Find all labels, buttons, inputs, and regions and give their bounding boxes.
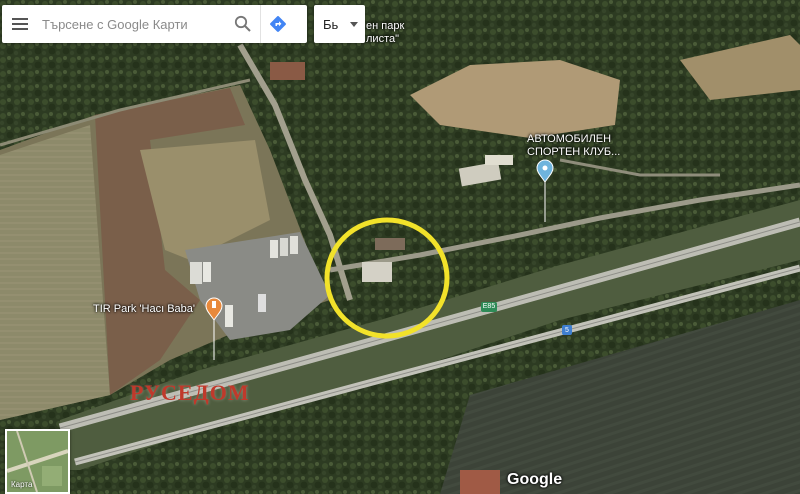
club-label-line2[interactable]: СПОРТЕН КЛУБ... <box>527 146 620 158</box>
route-5-road-label: 5 <box>565 327 569 334</box>
directions-button[interactable] <box>260 5 295 43</box>
map-type-toggle[interactable]: Карта <box>5 429 70 494</box>
language-selector[interactable]: Бь <box>314 5 365 43</box>
menu-button[interactable] <box>2 5 38 43</box>
search-input[interactable] <box>38 9 226 39</box>
satellite-map[interactable]: E85 5 ен парк листа" АВТОМОБИЛЕН СПОРТЕН… <box>0 0 800 494</box>
google-logo: Google <box>507 471 563 488</box>
search-icon <box>234 15 251 32</box>
club-label-line1[interactable]: АВТОМОБИЛЕН <box>527 133 611 145</box>
chevron-down-icon <box>350 21 358 27</box>
hamburger-menu-icon <box>12 23 28 25</box>
park-label-line1[interactable]: ен парк <box>366 20 404 32</box>
minimap-label: Карта <box>11 480 33 489</box>
directions-icon <box>270 16 286 32</box>
tir-park-label[interactable]: TIR Park 'Hacı Baba' <box>93 303 195 315</box>
language-selected: Бь <box>323 16 339 32</box>
search-button[interactable] <box>226 5 260 43</box>
search-box <box>2 5 307 43</box>
e85-road-label: E85 <box>482 303 496 310</box>
park-label-line2[interactable]: листа" <box>366 33 399 45</box>
satellite-imagery <box>0 0 800 494</box>
watermark: РУСЕДОМ <box>130 380 250 405</box>
